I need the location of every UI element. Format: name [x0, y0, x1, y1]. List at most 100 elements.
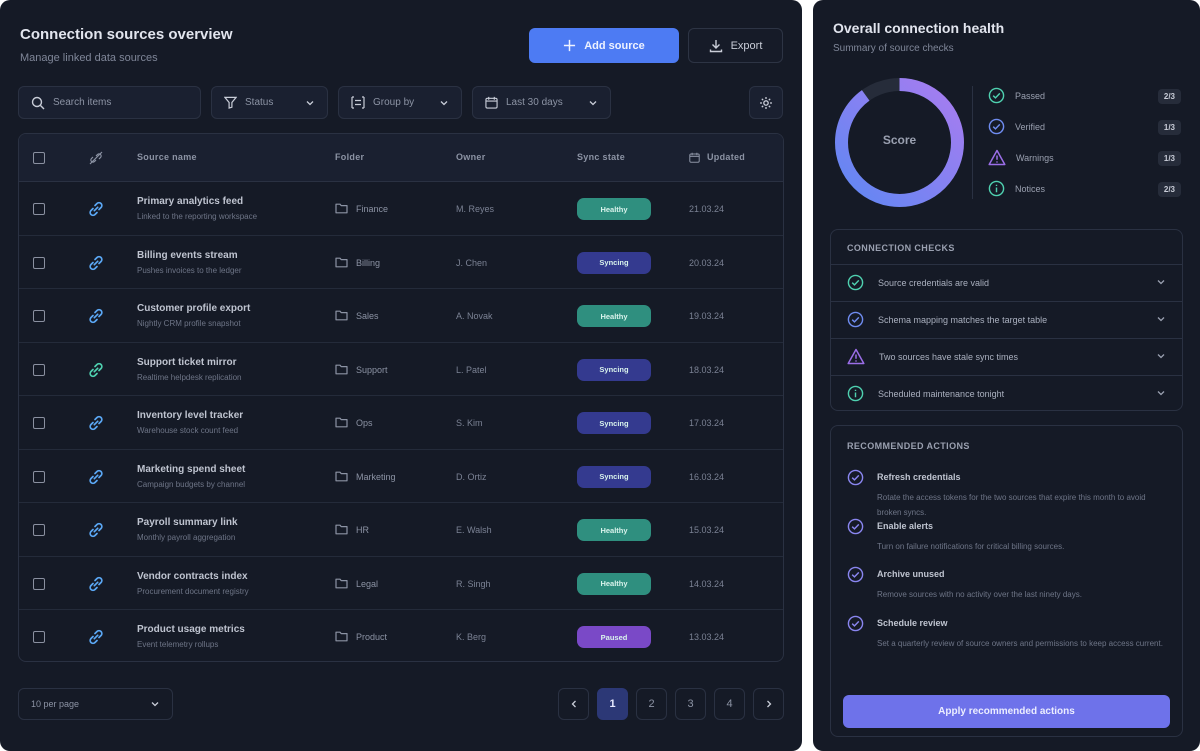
add-source-button[interactable]: Add source [529, 28, 679, 63]
check-circle-icon [847, 311, 864, 330]
row-checkbox[interactable] [33, 256, 45, 269]
row-checkbox[interactable] [33, 363, 45, 376]
owner-cell: D. Ortiz [456, 471, 487, 482]
row-checkbox[interactable] [33, 470, 45, 483]
row-checkbox[interactable] [33, 631, 45, 643]
legend-label: Verified [1015, 122, 1046, 132]
search-input[interactable]: Search items [18, 86, 201, 119]
folder-icon [335, 630, 348, 644]
check-circle-icon [847, 566, 864, 588]
folder-cell: Product [335, 630, 387, 644]
page-size-dropdown[interactable]: 10 per page [18, 688, 173, 720]
row-checkbox[interactable] [33, 203, 45, 215]
folder-name: Sales [356, 311, 379, 321]
source-name[interactable]: Primary analytics feed [137, 196, 243, 207]
source-name[interactable]: Vendor contracts index [137, 571, 248, 582]
chevron-down-icon [151, 702, 159, 707]
legend-count: 1/3 [1157, 150, 1181, 166]
status-badge: Healthy [577, 572, 651, 595]
source-description: Pushes invoices to the ledger [137, 265, 242, 275]
page-button-3[interactable]: 3 [675, 688, 706, 720]
table-row[interactable]: Billing events stream Pushes invoices to… [19, 236, 783, 289]
updated-date: 20.03.24 [689, 257, 725, 268]
table-row[interactable]: Marketing spend sheet Campaign budgets b… [19, 450, 783, 503]
checks-title: CONNECTION CHECKS [847, 243, 955, 253]
link-icon[interactable] [86, 520, 106, 540]
source-description: Linked to the reporting workspace [137, 212, 258, 221]
link-icon[interactable] [86, 467, 106, 487]
legend-count: 2/3 [1157, 181, 1181, 197]
check-accordion-item[interactable]: Schema mapping matches the target table [831, 301, 1182, 338]
link-icon[interactable] [86, 627, 106, 647]
table-row[interactable]: Product usage metrics Event telemetry ro… [19, 610, 783, 661]
recommendation-description: Turn on failure notifications for critic… [877, 541, 1065, 551]
table-row[interactable]: Payroll summary link Monthly payroll agg… [19, 503, 783, 557]
source-description: Event telemetry rollups [137, 640, 219, 649]
recommendation-title: Archive unused [877, 569, 945, 579]
table-row[interactable]: Customer profile export Nightly CRM prof… [19, 289, 783, 343]
check-circle-icon [988, 87, 1005, 106]
checks-card: CONNECTION CHECKS Source credentials are… [830, 229, 1183, 411]
select-all-checkbox[interactable] [33, 152, 45, 164]
column-header-updated[interactable]: Updated [707, 152, 745, 162]
folder-name: Ops [356, 418, 373, 428]
column-header-status[interactable]: Sync state [577, 152, 625, 162]
source-name[interactable]: Billing events stream [137, 250, 238, 261]
export-button[interactable]: Export [688, 28, 783, 63]
next-page-button[interactable] [753, 688, 784, 720]
table-row[interactable]: Primary analytics feed Linked to the rep… [19, 182, 783, 236]
export-label: Export [730, 39, 763, 52]
group-by-dropdown[interactable]: Group by [338, 86, 462, 119]
chevron-down-icon [1156, 314, 1166, 326]
page-button-1[interactable]: 1 [597, 688, 628, 720]
row-checkbox[interactable] [33, 577, 45, 590]
table-row[interactable]: Vendor contracts index Procurement docum… [19, 557, 783, 610]
page-button-2[interactable]: 2 [636, 688, 667, 720]
source-name[interactable]: Support ticket mirror [137, 357, 236, 368]
column-header-name[interactable]: Source name [137, 152, 197, 162]
page-button-4[interactable]: 4 [714, 688, 745, 720]
row-checkbox[interactable] [33, 310, 45, 322]
source-description: Realtime helpdesk replication [137, 372, 242, 382]
updated-date: 21.03.24 [689, 204, 725, 214]
info-icon [847, 385, 864, 404]
page-subtitle: Manage linked data sources [20, 52, 158, 64]
link-icon[interactable] [86, 306, 106, 326]
column-header-folder[interactable]: Folder [335, 152, 364, 162]
source-name[interactable]: Marketing spend sheet [137, 464, 245, 475]
link-icon[interactable] [86, 253, 106, 273]
link-icon[interactable] [86, 199, 106, 219]
folder-icon [335, 470, 348, 484]
check-label: Two sources have stale sync times [879, 352, 1019, 362]
row-checkbox[interactable] [33, 417, 45, 429]
table-row[interactable]: Inventory level tracker Warehouse stock … [19, 396, 783, 450]
link-icon[interactable] [86, 360, 106, 380]
source-name[interactable]: Payroll summary link [137, 517, 238, 528]
link-icon[interactable] [86, 413, 106, 433]
previous-page-button[interactable] [558, 688, 589, 720]
apply-actions-button[interactable]: Apply recommended actions [843, 695, 1170, 728]
search-placeholder: Search items [53, 97, 112, 108]
check-circle-icon [988, 118, 1005, 137]
table-row[interactable]: Support ticket mirror Realtime helpdesk … [19, 343, 783, 396]
column-header-owner[interactable]: Owner [456, 152, 486, 162]
link-icon[interactable] [86, 574, 106, 594]
check-accordion-item[interactable]: Scheduled maintenance tonight [831, 375, 1182, 412]
legend-label: Passed [1015, 91, 1046, 101]
folder-name: Marketing [356, 471, 396, 482]
source-name[interactable]: Inventory level tracker [137, 410, 243, 421]
owner-cell: L. Patel [456, 364, 487, 375]
date-range-dropdown[interactable]: Last 30 days [472, 86, 611, 119]
check-accordion-item[interactable]: Two sources have stale sync times [831, 338, 1182, 375]
check-accordion-item[interactable]: Source credentials are valid [831, 264, 1182, 301]
source-name[interactable]: Product usage metrics [137, 624, 245, 635]
table-settings-button[interactable] [749, 86, 783, 119]
gear-icon [760, 96, 772, 109]
status-filter-dropdown[interactable]: Status [211, 86, 328, 119]
source-name[interactable]: Customer profile export [137, 303, 250, 314]
search-icon [31, 96, 45, 109]
plus-icon [564, 39, 576, 52]
info-icon [988, 180, 1005, 199]
row-checkbox[interactable] [33, 524, 45, 536]
folder-icon [335, 309, 348, 323]
